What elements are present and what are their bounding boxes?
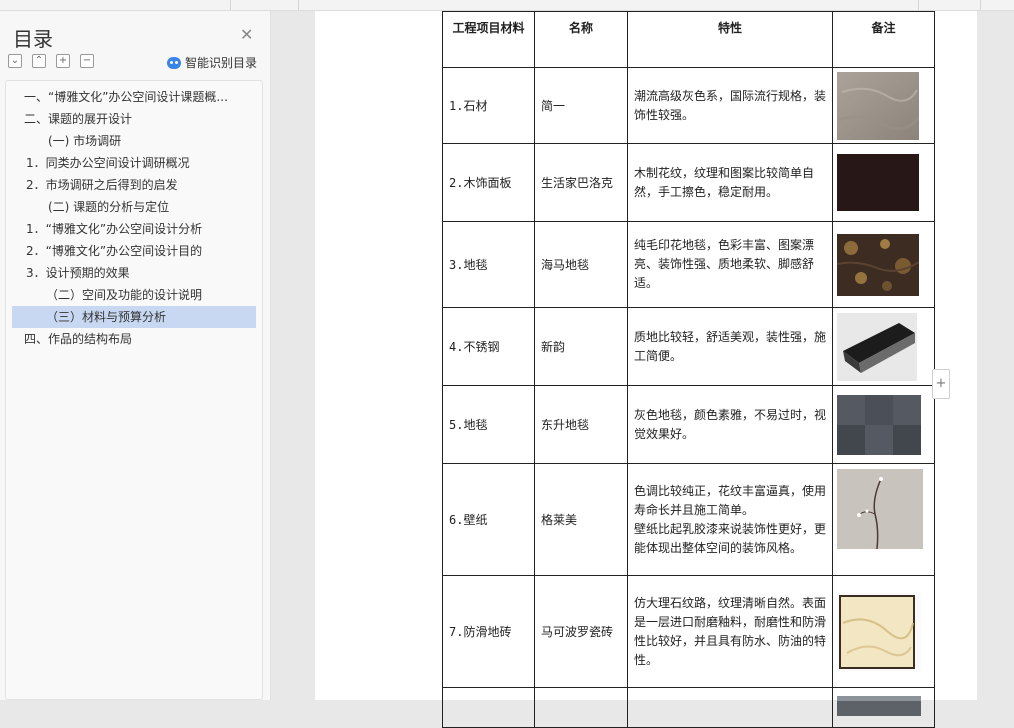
name-cell: 东升地毯 xyxy=(534,385,628,464)
name-cell: 新韵 xyxy=(534,307,628,386)
smart-toc-button[interactable]: 智能识别目录 xyxy=(167,54,257,71)
material-cell: 6.壁纸 xyxy=(442,463,535,576)
name-cell: 生活家巴洛克 xyxy=(534,143,628,222)
feature-cell: 纯毛印花地毯，色彩丰富、图案漂亮、装饰性强、质地柔软、脚感舒适。 xyxy=(627,221,833,308)
document-page[interactable]: 工程项目材料 名称 特性 备注 1.石材 简一 潮流高级灰色系，国际流行规格，装… xyxy=(315,11,977,728)
remark-cell xyxy=(832,67,935,144)
toc-item[interactable]: 1．同类办公空间设计调研概况 xyxy=(12,152,256,174)
material-cell: 7.防滑地砖 xyxy=(442,575,535,688)
toc-item[interactable]: (一) 市场调研 xyxy=(12,130,256,152)
feature-cell: 灰色地毯，颜色素雅，不易过时，视觉效果好。 xyxy=(627,385,833,464)
name-cell: 格莱美 xyxy=(534,463,628,576)
floral-wallpaper-image xyxy=(837,469,923,549)
material-cell: 3.地毯 xyxy=(442,221,535,308)
feature-cell: 仿大理石纹路，纹理清晰自然。表面是一层进口耐磨釉料，耐磨性和防滑性比较好，并且具… xyxy=(627,575,833,688)
table-row: 2.木饰面板 生活家巴洛克 木制花纹，纹理和图案比较简单自然，手工擦色，稳定耐用… xyxy=(442,143,935,222)
table-row: 4.不锈钢 新韵 质地比较轻，舒适美观，装性强，施工简便。 xyxy=(442,307,935,386)
table-header-row: 工程项目材料 名称 特性 备注 xyxy=(442,11,935,68)
name-cell: 简一 xyxy=(534,67,628,144)
steel-profile-image xyxy=(837,312,917,381)
feature-cell: 潮流高级灰色系，国际流行规格，装饰性较强。 xyxy=(627,67,833,144)
toc-item[interactable]: （二）空间及功能的设计说明 xyxy=(12,284,256,306)
material-cell: 2.木饰面板 xyxy=(442,143,535,222)
remark-cell xyxy=(832,463,935,576)
header-material: 工程项目材料 xyxy=(442,11,535,68)
header-feature: 特性 xyxy=(627,11,833,68)
table-row xyxy=(442,687,935,728)
materials-table: 工程项目材料 名称 特性 备注 1.石材 简一 潮流高级灰色系，国际流行规格，装… xyxy=(442,11,935,728)
ruler-bar xyxy=(0,0,1014,11)
marble-tile-image xyxy=(837,592,921,671)
name-cell xyxy=(534,687,628,728)
feature-cell: 色调比较纯正，花纹丰富逼真，使用寿命长并且施工简单。 壁纸比起乳胶漆来说装饰性更… xyxy=(627,463,833,576)
toc-list: 一、“博雅文化”办公空间设计课题概... 二、课题的展开设计 (一) 市场调研 … xyxy=(6,81,262,350)
gray-carpet-image xyxy=(837,394,921,455)
toc-item[interactable]: 3．设计预期的效果 xyxy=(12,262,256,284)
material-cell xyxy=(442,687,535,728)
document-area[interactable]: 工程项目材料 名称 特性 备注 1.石材 简一 潮流高级灰色系，国际流行规格，装… xyxy=(271,11,1014,728)
toc-item[interactable]: (二) 课题的分析与定位 xyxy=(12,196,256,218)
stone-gray-image xyxy=(837,71,919,140)
material-cell: 1.石材 xyxy=(442,67,535,144)
remove-heading-button[interactable]: − xyxy=(80,54,94,68)
header-remark: 备注 xyxy=(832,11,935,68)
toc-item[interactable]: 一、“博雅文化”办公空间设计课题概... xyxy=(12,86,256,108)
name-cell: 马可波罗瓷砖 xyxy=(534,575,628,688)
remark-cell xyxy=(832,687,935,728)
toc-list-panel: 一、“博雅文化”办公空间设计课题概... 二、课题的展开设计 (一) 市场调研 … xyxy=(5,80,263,700)
toc-item[interactable]: 2．“博雅文化”办公空间设计目的 xyxy=(12,240,256,262)
table-row: 7.防滑地砖 马可波罗瓷砖 仿大理石纹路，纹理清晰自然。表面是一层进口耐磨釉料，… xyxy=(442,575,935,688)
header-name: 名称 xyxy=(534,11,628,68)
remark-cell xyxy=(832,307,935,386)
close-icon[interactable]: ✕ xyxy=(240,25,253,44)
toc-item[interactable]: 二、课题的展开设计 xyxy=(12,108,256,130)
material-cell: 5.地毯 xyxy=(442,385,535,464)
floral-carpet-image xyxy=(837,233,919,296)
partial-image xyxy=(837,696,921,716)
remark-cell xyxy=(832,575,935,688)
feature-cell xyxy=(627,687,833,728)
collapse-all-button[interactable]: ⌄ xyxy=(8,54,22,68)
material-cell: 4.不锈钢 xyxy=(442,307,535,386)
table-row: 5.地毯 东升地毯 灰色地毯，颜色素雅，不易过时，视觉效果好。 xyxy=(442,385,935,464)
remark-cell xyxy=(832,221,935,308)
table-row: 3.地毯 海马地毯 纯毛印花地毯，色彩丰富、图案漂亮、装饰性强、质地柔软、脚感舒… xyxy=(442,221,935,308)
add-button[interactable]: + xyxy=(932,369,950,399)
toc-title: 目录 xyxy=(13,27,53,51)
smart-recognize-icon xyxy=(167,56,181,69)
dark-wood-image xyxy=(837,154,919,211)
toc-item-selected[interactable]: （三）材料与预算分析 xyxy=(12,306,256,328)
toc-pane: 目录 ✕ ⌄ ⌃ + − 智能识别目录 一、“博雅文化”办公空间设计课题概...… xyxy=(0,11,271,700)
smart-toc-label: 智能识别目录 xyxy=(185,56,258,70)
toc-item[interactable]: 1．“博雅文化”办公空间设计分析 xyxy=(12,218,256,240)
add-heading-button[interactable]: + xyxy=(56,54,70,68)
expand-all-button[interactable]: ⌃ xyxy=(32,54,46,68)
table-row: 1.石材 简一 潮流高级灰色系，国际流行规格，装饰性较强。 xyxy=(442,67,935,144)
feature-cell: 木制花纹，纹理和图案比较简单自然，手工擦色，稳定耐用。 xyxy=(627,143,833,222)
remark-cell xyxy=(832,385,935,464)
table-row: 6.壁纸 格莱美 色调比较纯正，花纹丰富逼真，使用寿命长并且施工简单。 壁纸比起… xyxy=(442,463,935,576)
name-cell: 海马地毯 xyxy=(534,221,628,308)
toc-item[interactable]: 2．市场调研之后得到的启发 xyxy=(12,174,256,196)
remark-cell xyxy=(832,143,935,222)
toc-item[interactable]: 四、作品的结构布局 xyxy=(12,328,256,350)
feature-cell: 质地比较轻，舒适美观，装性强，施工简便。 xyxy=(627,307,833,386)
